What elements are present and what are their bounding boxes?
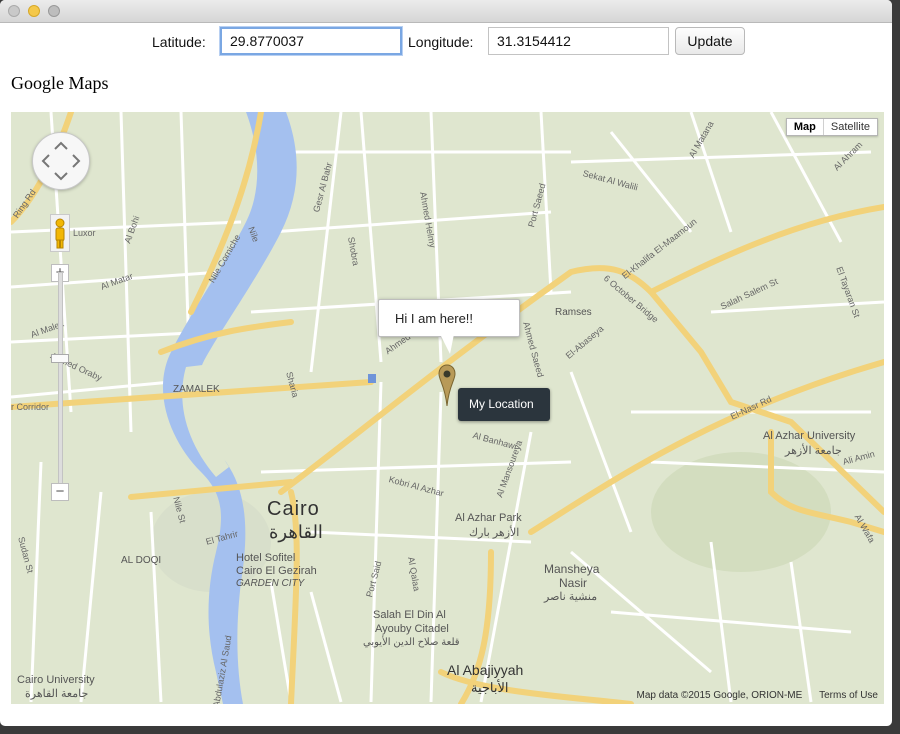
update-button[interactable]: Update (675, 27, 745, 55)
zoom-slider-thumb[interactable] (51, 354, 69, 363)
latitude-input[interactable] (220, 27, 402, 55)
place-label-al-azhar-park: Al Azhar Park (455, 512, 522, 524)
place-label-cairo-university-ar: جامعة القاهرة (25, 688, 89, 700)
page-title: Google Maps (11, 73, 109, 93)
road-label-corridor: r Corridor (11, 402, 50, 412)
place-label-cairo-el-gezirah: Cairo El Gezirah (236, 565, 317, 577)
place-label-al-abajiyyah-ar: الأباجية (471, 680, 509, 695)
google-map[interactable]: Cairo القاهرة Al Azhar University جامعة … (11, 112, 884, 704)
place-label-mansheya-ar: منشية ناصر (544, 591, 598, 603)
map-pin-icon (438, 364, 456, 407)
location-marker[interactable] (438, 364, 456, 413)
marker-tooltip-text: My Location (469, 397, 534, 411)
map-footer: Map data ©2015 Google, ORION-ME Terms of… (623, 690, 878, 701)
place-label-cairo-ar: القاهرة (269, 522, 323, 542)
place-label-mansheya: Mansheya (544, 562, 600, 576)
place-label-ayouby-citadel: Ayouby Citadel (375, 623, 449, 635)
place-label-al-dooi: AL DOQI (121, 555, 162, 566)
pan-arrows-icon (41, 141, 81, 181)
pan-control[interactable] (32, 132, 90, 190)
map-type-map-button[interactable]: Map (787, 119, 824, 135)
marker-tooltip: My Location (458, 388, 550, 421)
road-label-luxor: Luxor (73, 228, 96, 238)
zoom-slider-track[interactable] (58, 272, 63, 499)
place-label-al-azhar-university-ar: جامعة الأزهر (785, 445, 842, 457)
place-label-citadel-ar: قلعة صلاح الدين الأيوبي (363, 637, 460, 648)
place-label-salah-el-din: Salah El Din Al (373, 609, 446, 621)
place-label-cairo-university: Cairo University (17, 674, 95, 686)
place-label-cairo: Cairo (267, 498, 320, 520)
place-label-ramses: Ramses (555, 307, 592, 318)
pegman-icon (55, 218, 65, 249)
place-label-al-abajiyyah: Al Abajiyyah (447, 662, 524, 678)
terms-of-use-link[interactable]: Terms of Use (819, 690, 878, 701)
title-bar (0, 0, 892, 23)
place-label-hotel-sofitel: Hotel Sofitel (236, 552, 296, 564)
info-window-text: Hi I am here!! (395, 311, 474, 326)
close-window-button[interactable] (8, 5, 20, 17)
map-type-satellite-button[interactable]: Satellite (824, 119, 877, 135)
place-label-garden-city: GARDEN CITY (236, 578, 305, 589)
longitude-input[interactable] (488, 27, 669, 55)
map-type-control: Map Satellite (785, 118, 878, 136)
map-attribution: Map data ©2015 Google, ORION-ME (636, 690, 803, 701)
place-label-al-azhar-park-ar: الأزهر بارك (469, 527, 520, 539)
place-label-nasir: Nasir (559, 576, 588, 590)
latitude-label: Latitude: (152, 34, 206, 50)
zoom-window-button[interactable] (48, 5, 60, 17)
longitude-label: Longitude: (408, 34, 474, 50)
info-window-tail (440, 334, 454, 354)
app-window: Latitude: Longitude: Update Google Maps (0, 0, 892, 726)
info-window: Hi I am here!! (378, 299, 520, 337)
zoom-out-button[interactable]: − (51, 483, 69, 501)
street-view-pegman[interactable] (50, 214, 70, 252)
place-label-al-azhar-university: Al Azhar University (763, 430, 856, 442)
coordinate-form: Latitude: Longitude: Update (0, 27, 892, 57)
minimize-window-button[interactable] (28, 5, 40, 17)
place-label-zamalek: ZAMALEK (173, 384, 220, 395)
